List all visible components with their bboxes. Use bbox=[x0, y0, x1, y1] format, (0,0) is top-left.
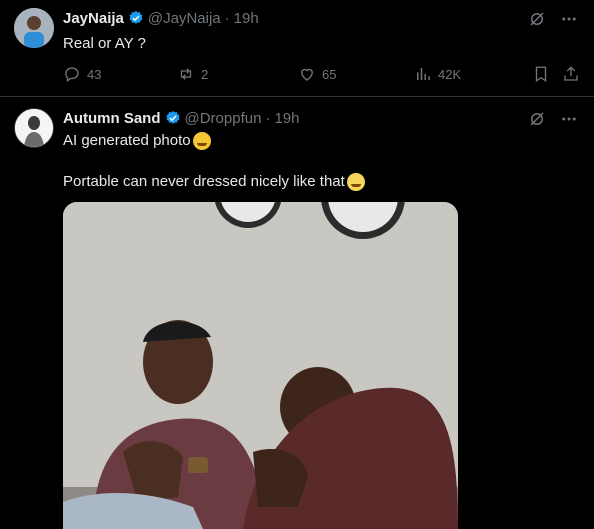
avatar[interactable] bbox=[14, 108, 54, 148]
rolling-eyes-emoji-icon bbox=[346, 173, 365, 192]
more-options-icon[interactable] bbox=[560, 110, 578, 128]
tweet-text: Portable can never dressed nicely like t… bbox=[63, 173, 345, 190]
tweet-text: AI generated photo bbox=[63, 132, 191, 149]
tweet-top-icons bbox=[528, 110, 578, 128]
verified-badge-icon bbox=[165, 111, 179, 124]
laughing-emoji-icon bbox=[192, 132, 211, 151]
tweet-header: Autumn Sand @Droppfun · 19h bbox=[63, 108, 299, 128]
timestamp[interactable]: 19h bbox=[274, 110, 299, 127]
tweet-autumnsand[interactable]: Autumn Sand @Droppfun · 19h AI generated… bbox=[0, 0, 594, 529]
tweet-text-line2: Portable can never dressed nicely like t… bbox=[63, 172, 365, 192]
author-name[interactable]: Autumn Sand bbox=[63, 110, 161, 127]
separator-dot: · bbox=[265, 109, 271, 127]
photo-image bbox=[63, 202, 458, 529]
tweet-photo[interactable] bbox=[63, 202, 458, 529]
tweet-text-line1: AI generated photo bbox=[63, 131, 211, 151]
grok-icon[interactable] bbox=[528, 110, 546, 128]
author-handle[interactable]: @Droppfun bbox=[185, 110, 262, 127]
